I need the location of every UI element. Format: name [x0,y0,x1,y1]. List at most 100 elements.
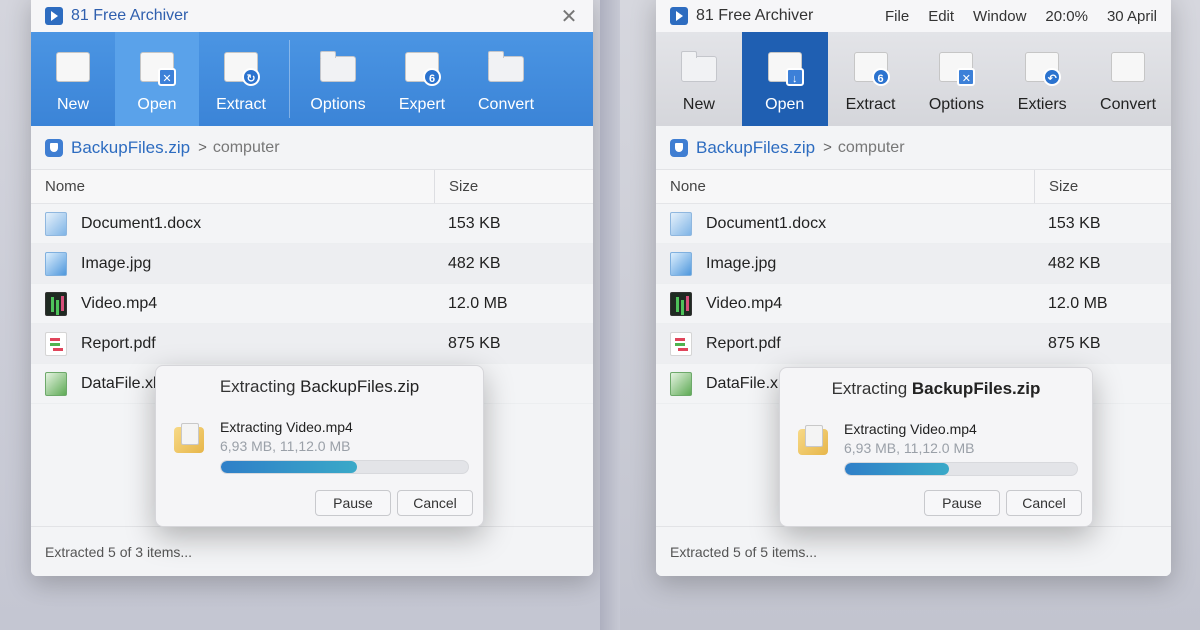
file-name: Video.mp4 [706,294,783,312]
extract-icon: 6 [850,48,892,86]
file-list-header: Nome Size [31,170,593,204]
app-title: 81 Free Archiver [71,7,189,24]
spreadsheet-file-icon [45,371,67,396]
spreadsheet-file-icon [670,371,692,396]
menu-window[interactable]: Window [973,8,1026,25]
file-size: 875 KB [1048,334,1101,352]
options-button[interactable]: ✕ Options [913,32,999,126]
menu-bar: File Edit Window 20:0% 30 April [885,8,1157,25]
open-icon: ✕ [136,48,178,86]
file-row[interactable]: Document1.docx 153 KB [656,204,1171,244]
breadcrumb-location[interactable]: computer [838,139,905,157]
file-size: 153 KB [448,214,501,232]
file-size: 12.0 MB [1048,294,1108,312]
file-row[interactable]: Image.jpg 482 KB [31,244,593,284]
convert-label: Convert [1100,96,1157,113]
breadcrumb-separator: > [823,139,832,156]
progress-text: 6,93 MB, 11,12.0 MB [844,440,975,456]
open-label: Open [137,96,177,113]
pause-button[interactable]: Pause [924,490,1000,516]
progress-fill [221,461,357,473]
breadcrumb-archive[interactable]: BackupFiles.zip [71,138,190,158]
open-button[interactable]: ✕ Open [115,32,199,126]
file-name: Image.jpg [706,254,777,272]
file-list-header: None Size [656,170,1171,204]
options-label: Options [928,96,984,113]
extiers-icon: ↶ [1021,48,1063,86]
column-name-header[interactable]: Nome [31,178,434,195]
menu-status-percent: 20:0% [1045,7,1088,25]
menu-file[interactable]: File [885,8,909,25]
file-row[interactable]: Video.mp4 12.0 MB [656,284,1171,324]
pdf-file-icon [45,331,67,356]
file-size: 482 KB [448,254,501,272]
close-icon[interactable]: ✕ [559,4,579,29]
new-icon [678,48,720,86]
file-row[interactable]: Document1.docx 153 KB [31,204,593,244]
progress-fill [845,463,950,475]
menu-date: 30 April [1106,7,1157,25]
file-row[interactable]: Image.jpg 482 KB [656,244,1171,284]
column-size-header[interactable]: Size [1034,170,1078,203]
file-size: 12.0 MB [448,294,508,312]
convert-label: Convert [477,96,535,113]
menu-edit[interactable]: Edit [928,8,954,25]
new-label: New [682,96,715,113]
cancel-button[interactable]: Cancel [397,490,473,516]
extiers-label: Extiers [1017,96,1067,113]
file-row[interactable]: Report.pdf 875 KB [656,324,1171,364]
video-file-icon [670,291,692,316]
file-name: Image.jpg [81,254,152,272]
extract-label: Extract [845,96,896,113]
breadcrumb-separator: > [198,139,207,156]
toolbar: New ✕ Open ↻ Extract Options 6 Expert Co… [31,32,593,126]
file-name: DataFile.xl [81,374,157,392]
app-logo-icon [670,7,688,25]
extract-progress-dialog: Extracting BackupFiles.zip Extracting Vi… [155,365,484,527]
file-row[interactable]: Video.mp4 12.0 MB [31,284,593,324]
new-button[interactable]: New [31,32,115,126]
progress-bar [844,462,1078,476]
extract-label: Extract [216,96,266,113]
folder-icon [174,423,204,453]
extract-icon: ↻ [220,48,262,86]
app-logo-icon [45,7,63,25]
column-name-header[interactable]: None [656,178,1034,195]
options-label: Options [310,96,366,113]
expert-button[interactable]: 6 Expert [380,32,464,126]
app-title: 81 Free Archiver [696,7,814,24]
convert-button[interactable]: Convert [1085,32,1171,126]
file-row[interactable]: Report.pdf 875 KB [31,324,593,364]
convert-button[interactable]: Convert [464,32,548,126]
extract-button[interactable]: ↻ Extract [199,32,283,126]
file-size: 153 KB [1048,214,1101,232]
expert-icon: 6 [401,48,443,86]
zip-icon [45,138,63,157]
dialog-title-archive: BackupFiles.zip [911,379,1041,398]
video-file-icon [45,291,67,316]
file-size: 482 KB [1048,254,1101,272]
column-size-header[interactable]: Size [434,170,478,203]
new-label: New [56,96,89,113]
left-panel: 81 Free Archiver ✕ New ✕ Open ↻ Extract … [0,0,600,630]
options-button[interactable]: Options [296,32,380,126]
extract-button[interactable]: 6 Extract [828,32,914,126]
extiers-button[interactable]: ↶ Extiers [999,32,1085,126]
progress-text: 6,93 MB, 11,12.0 MB [220,438,351,454]
breadcrumb: BackupFiles.zip > computer [31,126,593,170]
open-icon: ↓ [764,48,806,86]
breadcrumb-location[interactable]: computer [213,139,280,157]
pause-button[interactable]: Pause [315,490,391,516]
dialog-title: Extracting BackupFiles.zip [156,377,483,397]
new-button[interactable]: New [656,32,742,126]
file-name: DataFile.x [706,374,779,392]
open-label: Open [765,96,805,113]
panel-divider [600,0,620,630]
toolbar-divider [289,40,290,118]
breadcrumb-archive[interactable]: BackupFiles.zip [696,138,815,158]
cancel-button[interactable]: Cancel [1006,490,1082,516]
docx-file-icon [670,211,692,236]
file-name: Document1.docx [81,214,202,232]
dialog-title-prefix: Extracting [219,377,301,396]
open-button[interactable]: ↓ Open [741,32,828,126]
